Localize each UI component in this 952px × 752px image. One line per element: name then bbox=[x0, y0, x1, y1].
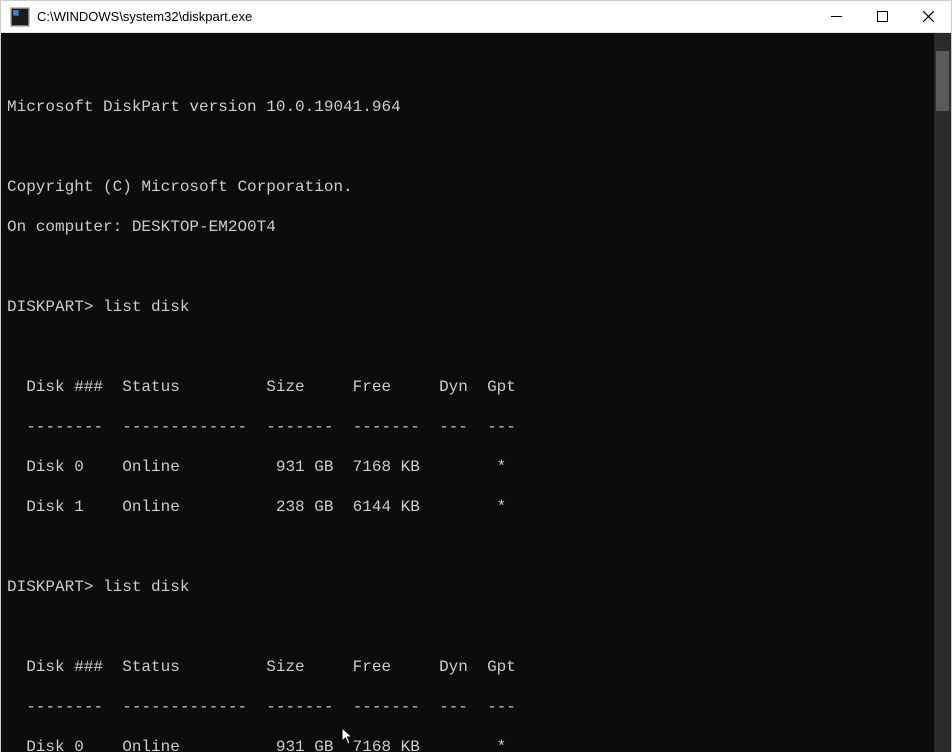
table-row: Disk 0 Online 931 GB 7168 KB * bbox=[7, 737, 928, 752]
table-row: Disk 1 Online 238 GB 6144 KB * bbox=[7, 497, 928, 517]
window-controls bbox=[813, 1, 951, 32]
table-header: Disk ### Status Size Free Dyn Gpt bbox=[7, 657, 928, 677]
table-divider: -------- ------------- ------- ------- -… bbox=[7, 697, 928, 717]
titlebar[interactable]: C:\WINDOWS\system32\diskpart.exe bbox=[1, 1, 951, 33]
table-row: Disk 0 Online 931 GB 7168 KB * bbox=[7, 457, 928, 477]
table-divider: -------- ------------- ------- ------- -… bbox=[7, 417, 928, 437]
prompt: DISKPART> bbox=[7, 298, 93, 316]
minimize-button[interactable] bbox=[813, 1, 859, 32]
computer-line: On computer: DESKTOP-EM2O0T4 bbox=[7, 217, 928, 237]
prompt-line: DISKPART> list disk bbox=[7, 297, 928, 317]
table-header: Disk ### Status Size Free Dyn Gpt bbox=[7, 377, 928, 397]
prompt: DISKPART> bbox=[7, 578, 93, 596]
version-line: Microsoft DiskPart version 10.0.19041.96… bbox=[7, 97, 928, 117]
close-button[interactable] bbox=[905, 1, 951, 32]
copyright-line: Copyright (C) Microsoft Corporation. bbox=[7, 177, 928, 197]
vertical-scrollbar[interactable] bbox=[934, 33, 951, 752]
scrollbar-thumb[interactable] bbox=[936, 51, 949, 111]
prompt-line: DISKPART> list disk bbox=[7, 577, 928, 597]
client-area: Microsoft DiskPart version 10.0.19041.96… bbox=[1, 33, 951, 752]
cmd-list-disk: list disk bbox=[103, 578, 189, 596]
terminal[interactable]: Microsoft DiskPart version 10.0.19041.96… bbox=[1, 33, 934, 752]
app-icon bbox=[9, 6, 31, 28]
diskpart-window: C:\WINDOWS\system32\diskpart.exe Microso… bbox=[0, 0, 952, 752]
cmd-list-disk: list disk bbox=[103, 298, 189, 316]
maximize-button[interactable] bbox=[859, 1, 905, 32]
window-title: C:\WINDOWS\system32\diskpart.exe bbox=[37, 1, 813, 33]
